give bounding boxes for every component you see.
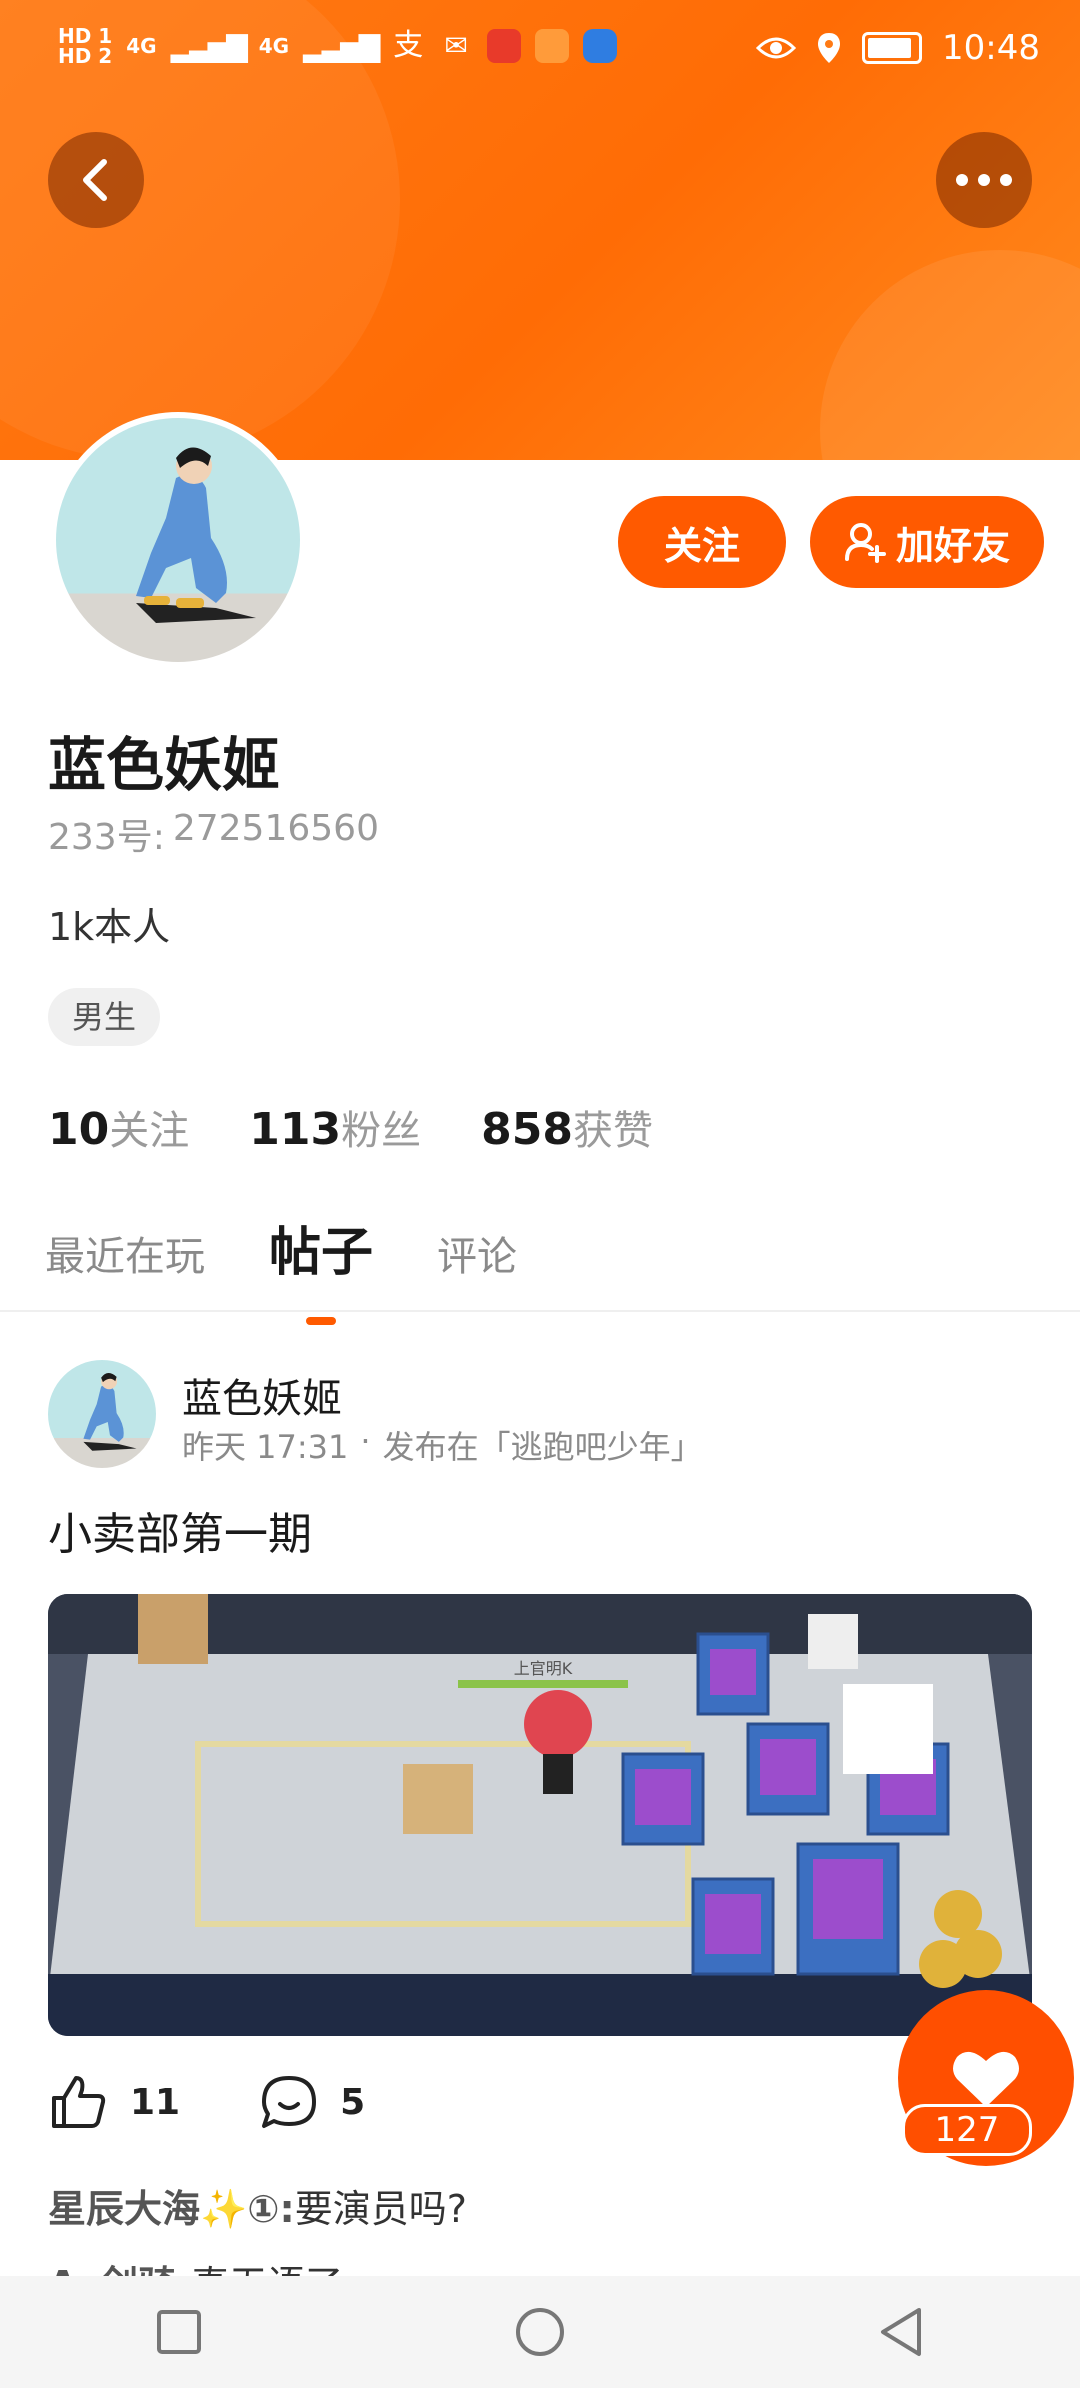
- profile-header-banner: HD 1 HD 2 4G ▂▃▅▇ 4G ▂▃▅▇ 支 ✉ 10:48: [0, 0, 1080, 460]
- profile-tabs: 最近在玩 帖子 评论: [45, 1210, 517, 1325]
- square-icon[interactable]: [155, 2308, 203, 2356]
- avatar-figure: [136, 447, 256, 623]
- system-nav-bar: [0, 2276, 1080, 2388]
- battery-icon: [862, 32, 923, 64]
- tab-posts[interactable]: 帖子: [269, 1210, 374, 1325]
- tab-comments[interactable]: 评论: [437, 1224, 517, 1282]
- user-id-value: 272516560: [172, 808, 379, 849]
- tab-label: 最近在玩: [45, 1234, 205, 1280]
- sim-label: HD 2: [58, 44, 113, 68]
- post-author-avatar[interactable]: [48, 1360, 156, 1468]
- stat-followers[interactable]: 113粉丝: [249, 1098, 421, 1156]
- floating-like-count: 127: [902, 2104, 1032, 2156]
- profile-avatar[interactable]: [50, 412, 306, 668]
- game-screenshot: 上官明K: [48, 1594, 1032, 2036]
- stat-number: 858: [481, 1104, 573, 1155]
- tab-label: 评论: [437, 1234, 518, 1280]
- triangle-back-icon[interactable]: [877, 2306, 925, 2358]
- status-time: 10:48: [942, 28, 1040, 68]
- comment-text: 真无语了: [191, 2263, 343, 2276]
- comment-button[interactable]: 5: [260, 2074, 365, 2130]
- divider: [0, 1310, 1080, 1312]
- signal-icon: ▂▃▅▇: [170, 29, 248, 63]
- stat-following[interactable]: 10关注: [48, 1098, 189, 1156]
- meta-separator: ·: [360, 1422, 371, 1460]
- location-icon: [818, 33, 841, 63]
- banner-decoration: [820, 250, 1080, 460]
- more-button[interactable]: [936, 132, 1032, 228]
- comment-text: 要演员吗?: [294, 2187, 467, 2231]
- heart-icon: [953, 2051, 1019, 2107]
- stat-number: 10: [48, 1104, 110, 1155]
- post-actions: 11 5: [50, 2074, 365, 2130]
- profile-stats: 10关注 113粉丝 858获赞: [48, 1098, 653, 1156]
- avatar-figure: [83, 1373, 137, 1451]
- follow-label: 关注: [663, 523, 740, 568]
- sim-indicators: HD 1 HD 2: [58, 26, 112, 66]
- wechat-icon: ✉: [444, 29, 468, 62]
- browser-icon: [583, 29, 618, 63]
- user-id: 233号: 272516560: [48, 808, 379, 860]
- add-friend-label: 加好友: [895, 523, 1010, 568]
- image-caption: 上官明K: [514, 1659, 573, 1678]
- gender-tag: 男生: [48, 988, 161, 1046]
- active-tab-indicator: [306, 1317, 336, 1325]
- comment-preview[interactable]: Ac剑骑:真无语了: [48, 2254, 343, 2276]
- add-friend-button[interactable]: 加好友: [810, 496, 1044, 588]
- add-user-icon: [844, 523, 886, 563]
- like-count: 11: [130, 2081, 181, 2123]
- more-icon: [956, 174, 1012, 186]
- post-time: 昨天 17:31: [182, 1428, 349, 1466]
- profile-name: 蓝色妖姬: [48, 731, 281, 799]
- post-title[interactable]: 小卖部第一期: [48, 1498, 312, 1562]
- stat-label: 粉丝: [341, 1108, 422, 1154]
- like-button[interactable]: 11: [50, 2074, 180, 2130]
- stat-label: 获赞: [572, 1108, 653, 1154]
- thumb-up-icon: [52, 2076, 106, 2128]
- comment-icon: [262, 2076, 317, 2128]
- stat-number: 113: [249, 1104, 342, 1155]
- game-icon: [535, 29, 570, 63]
- taobao-icon: [487, 29, 522, 63]
- status-bar: HD 1 HD 2 4G ▂▃▅▇ 4G ▂▃▅▇ 支 ✉ 10:48: [0, 0, 1080, 110]
- comment-preview[interactable]: 星辰大海✨①:要演员吗?: [48, 2178, 467, 2233]
- post-meta: 昨天 17:31 · 发布在「逃跑吧少年」: [182, 1422, 703, 1468]
- stat-label: 关注: [109, 1108, 190, 1154]
- profile-bio: 1k本人: [48, 905, 171, 949]
- comment-count: 5: [340, 2081, 366, 2123]
- follow-button[interactable]: 关注: [618, 496, 786, 588]
- network-label: 4G: [126, 34, 157, 58]
- comment-author: 星辰大海✨①:: [48, 2187, 295, 2231]
- back-button[interactable]: [48, 132, 144, 228]
- alipay-icon: 支: [393, 28, 424, 63]
- stat-likes[interactable]: 858获赞: [481, 1098, 653, 1156]
- eye-icon: [756, 37, 797, 59]
- user-id-label: 233号:: [48, 817, 165, 858]
- circle-icon[interactable]: [514, 2306, 566, 2358]
- post-community[interactable]: 发布在「逃跑吧少年」: [383, 1422, 703, 1468]
- network-label: 4G: [258, 34, 290, 58]
- tab-label: 帖子: [269, 1223, 374, 1283]
- sim-label: HD 1: [58, 24, 113, 48]
- post-author-name[interactable]: 蓝色妖姬: [182, 1366, 342, 1424]
- tab-recently-played[interactable]: 最近在玩: [45, 1224, 205, 1282]
- post-image[interactable]: 上官明K: [48, 1594, 1032, 2036]
- back-arrow-icon: [83, 159, 107, 201]
- signal-icon: ▂▃▅▇: [303, 29, 380, 63]
- comment-author: Ac剑骑:: [48, 2263, 191, 2276]
